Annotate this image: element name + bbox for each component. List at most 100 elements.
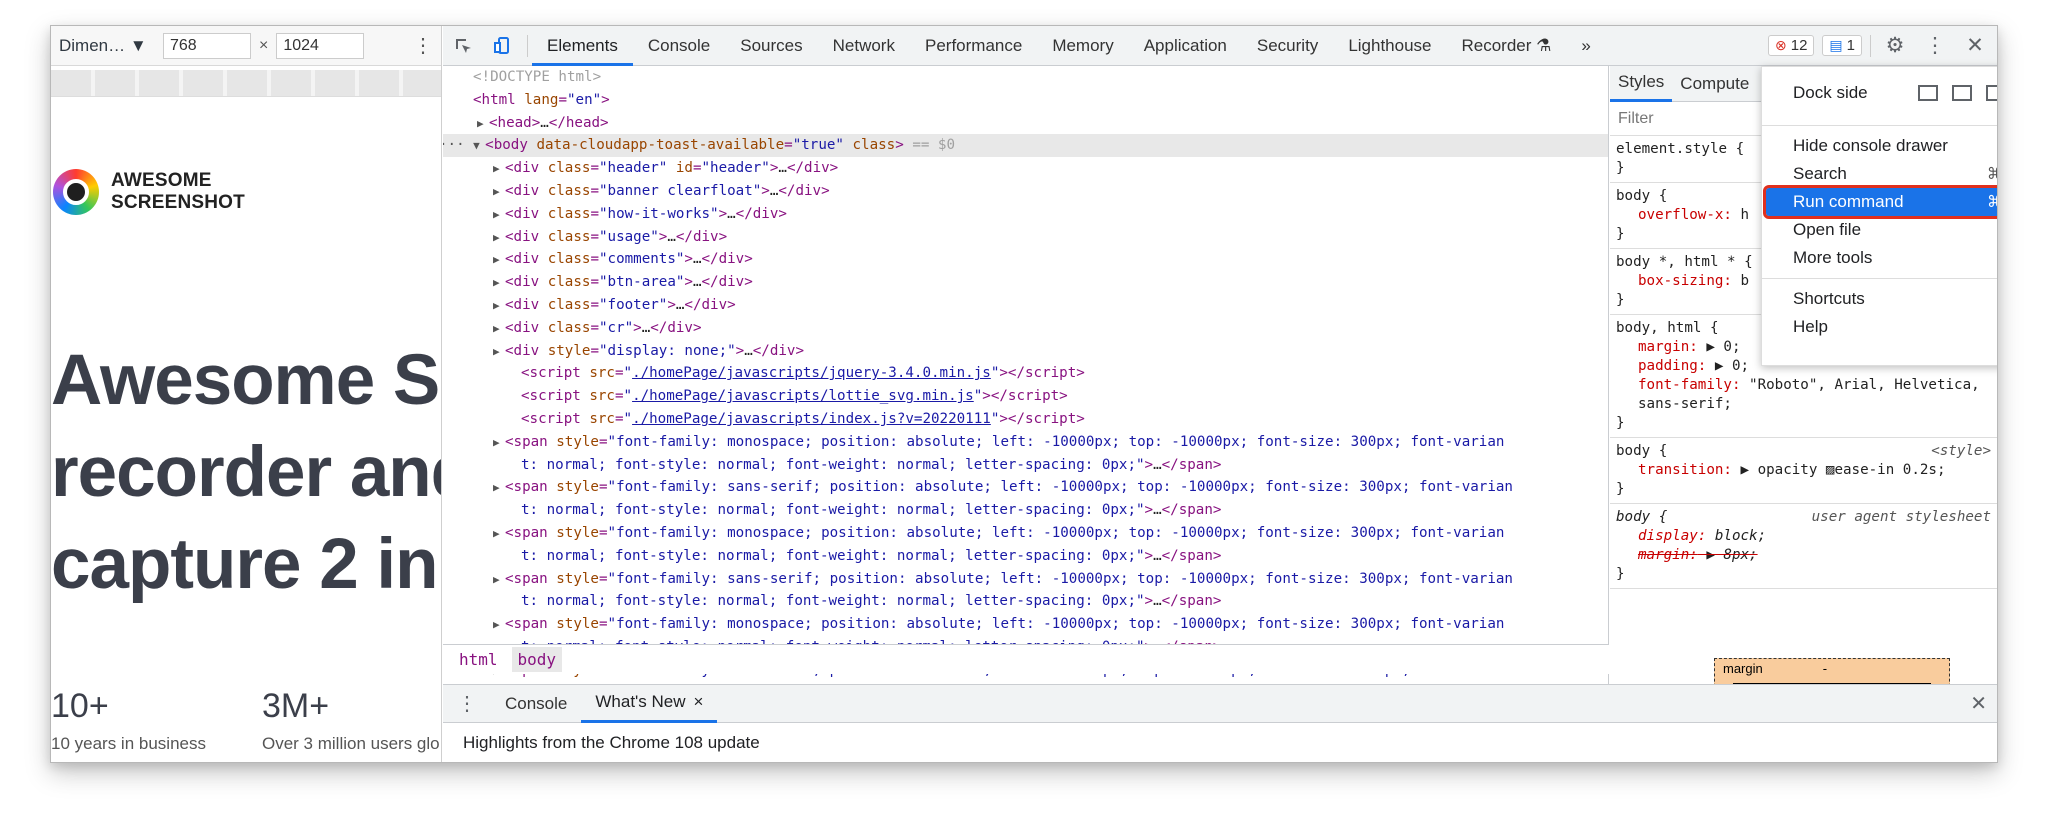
- tab-application[interactable]: Application: [1129, 26, 1242, 66]
- close-tab-icon[interactable]: ×: [694, 692, 704, 712]
- breadcrumb-body[interactable]: body: [511, 647, 563, 672]
- tab-performance[interactable]: Performance: [910, 26, 1037, 66]
- menu-item-hide-console-drawer[interactable]: Hide console drawerEsc: [1762, 132, 1997, 160]
- dom-node-line[interactable]: t: normal; font-style: normal; font-weig…: [443, 545, 1608, 568]
- expand-toggle-icon[interactable]: ▶: [477, 113, 489, 136]
- more-tabs-icon[interactable]: »: [1566, 26, 1605, 66]
- drawer-tab-console[interactable]: Console: [491, 685, 581, 723]
- menu-item-run-command[interactable]: Run command⌘ ⇧ P: [1763, 185, 1997, 219]
- tab-sources[interactable]: Sources: [725, 26, 817, 66]
- dock-left-icon[interactable]: [1952, 85, 1972, 101]
- drawer-menu-icon[interactable]: ⋮: [443, 685, 491, 723]
- expand-toggle-icon[interactable]: ▶: [493, 569, 505, 592]
- menu-item-shortcuts[interactable]: Shortcuts: [1762, 285, 1997, 313]
- device-toolbar: Dimen… ▼ × ⋮: [51, 26, 441, 66]
- breadcrumb-html[interactable]: html: [453, 647, 504, 672]
- dom-node-line[interactable]: <!DOCTYPE html>: [443, 66, 1608, 89]
- expand-toggle-icon[interactable]: ▶: [493, 318, 505, 341]
- tab-lighthouse[interactable]: Lighthouse: [1333, 26, 1446, 66]
- dom-node-line[interactable]: ▶ <div class="header" id="header">…</div>: [443, 157, 1608, 180]
- menu-item-open-file[interactable]: Open file⌘ P: [1762, 216, 1997, 244]
- expand-toggle-icon[interactable]: ▶: [493, 272, 505, 295]
- style-property[interactable]: margin: ▶ 8px;: [1616, 546, 1991, 565]
- style-property[interactable]: sans-serif;: [1616, 395, 1991, 414]
- style-rule[interactable]: user agent stylesheet body {display: bloc…: [1610, 504, 1997, 589]
- logo[interactable]: AWESOME SCREENSHOT: [53, 169, 245, 215]
- media-query-ruler[interactable]: [51, 70, 441, 96]
- height-input[interactable]: [276, 32, 365, 59]
- settings-gear-icon[interactable]: ⚙: [1879, 33, 1911, 58]
- dom-node-line[interactable]: t: normal; font-style: normal; font-weig…: [443, 499, 1608, 522]
- node-actions-icon[interactable]: ···: [443, 137, 473, 153]
- tab-security[interactable]: Security: [1242, 26, 1333, 66]
- dom-node-line[interactable]: ▶ <span style="font-family: monospace; po…: [443, 431, 1608, 454]
- expand-toggle-icon[interactable]: ▶: [493, 204, 505, 227]
- dom-node-line[interactable]: ▶ <head>…</head>: [443, 112, 1608, 135]
- drawer-tab-whats-new[interactable]: What's New ×: [581, 685, 718, 723]
- expand-toggle-icon[interactable]: ▶: [493, 158, 505, 181]
- device-menu-icon[interactable]: ⋮: [413, 33, 433, 58]
- dom-node-line[interactable]: ▶ <div class="banner clearfloat">…</div>: [443, 180, 1608, 203]
- dom-node-line[interactable]: t: normal; font-style: normal; font-weig…: [443, 454, 1608, 477]
- dom-node-line[interactable]: <script src="./homePage/javascripts/lott…: [443, 385, 1608, 408]
- customize-menu-icon[interactable]: ⋮: [1919, 33, 1951, 58]
- undock-icon[interactable]: [1918, 85, 1938, 101]
- style-property[interactable]: transition: ▶ opacity ▨ease-in 0.2s;: [1616, 461, 1991, 480]
- expand-toggle-icon[interactable]: ▶: [493, 181, 505, 204]
- dom-node-line[interactable]: ▶ <div class="btn-area">…</div>: [443, 271, 1608, 294]
- dom-node-line[interactable]: <script src="./homePage/javascripts/inde…: [443, 408, 1608, 431]
- menu-item-search[interactable]: Search⌘ ⌥ F: [1762, 160, 1997, 188]
- menu-item-more-tools[interactable]: More tools▶: [1762, 244, 1997, 272]
- dom-node-line[interactable]: ▶ <div class="usage">…</div>: [443, 226, 1608, 249]
- tab-elements[interactable]: Elements: [532, 26, 633, 66]
- dom-node-line[interactable]: ··· ▼<body data-cloudapp-toast-available…: [443, 134, 1608, 158]
- dom-node-line[interactable]: t: normal; font-style: normal; font-weig…: [443, 590, 1608, 613]
- elements-tree[interactable]: <!DOCTYPE html> <html lang="en"> ▶ <head>…<…: [443, 66, 1609, 684]
- style-property[interactable]: font-family: "Roboto", Arial, Helvetica,: [1616, 376, 1991, 395]
- tab-computed[interactable]: Compute: [1672, 66, 1757, 102]
- dom-node-markup: <span style="font-family: monospace; pos…: [505, 616, 1505, 633]
- device-toggle-icon[interactable]: [483, 26, 523, 66]
- dom-node-line[interactable]: ▶ <span style="font-family: monospace; po…: [443, 522, 1608, 545]
- style-rule[interactable]: <style> body {transition: ▶ opacity ▨ease…: [1610, 438, 1997, 504]
- expand-toggle-icon[interactable]: ▼: [473, 135, 485, 158]
- dom-node-line[interactable]: ▶<span style="font-family: sans-serif; p…: [443, 568, 1608, 591]
- expand-toggle-icon[interactable]: ▶: [493, 614, 505, 637]
- errors-badge[interactable]: ⊗ 12: [1768, 35, 1815, 56]
- dom-node-line[interactable]: ▶ <span style="font-family: monospace; po…: [443, 613, 1608, 636]
- dom-node-line[interactable]: ▶ <div class="footer">…</div>: [443, 294, 1608, 317]
- dock-bottom-icon[interactable]: [1986, 85, 1997, 101]
- rule-source[interactable]: <style>: [1931, 442, 1991, 461]
- tab-memory[interactable]: Memory: [1037, 26, 1128, 66]
- device-select[interactable]: Dimen… ▼: [59, 36, 155, 56]
- dom-node-line[interactable]: ▶ <div class="how-it-works">…</div>: [443, 203, 1608, 226]
- expand-toggle-icon[interactable]: ▶: [493, 432, 505, 455]
- dom-node-line[interactable]: <script src="./homePage/javascripts/jque…: [443, 362, 1608, 385]
- expand-toggle-icon[interactable]: ▶: [493, 477, 505, 500]
- dom-node-markup: <!DOCTYPE html>: [473, 69, 602, 85]
- expand-toggle-icon[interactable]: ▶: [493, 295, 505, 318]
- expand-toggle-icon[interactable]: ▶: [493, 341, 505, 364]
- expand-toggle-icon[interactable]: ▶: [493, 249, 505, 272]
- style-property[interactable]: display: block;: [1616, 527, 1991, 546]
- expand-toggle-icon[interactable]: ▶: [493, 227, 505, 250]
- box-margin-value[interactable]: -: [1823, 661, 1827, 676]
- rule-close: }: [1616, 415, 1625, 431]
- close-devtools-icon[interactable]: ✕: [1959, 33, 1991, 58]
- dom-node-line[interactable]: ▶ <div class="cr">…</div>: [443, 317, 1608, 340]
- messages-badge[interactable]: ▤ 1: [1822, 35, 1862, 56]
- expand-toggle-icon[interactable]: ▶: [493, 523, 505, 546]
- dom-node-line[interactable]: <html lang="en">: [443, 89, 1608, 112]
- dom-node-line[interactable]: ▶<span style="font-family: sans-serif; p…: [443, 476, 1608, 499]
- tab-network[interactable]: Network: [818, 26, 910, 66]
- dom-node-line[interactable]: ▶ <div style="display: none;">…</div>: [443, 340, 1608, 363]
- tab-console[interactable]: Console: [633, 26, 725, 66]
- logo-icon: [53, 169, 99, 215]
- dom-node-line[interactable]: ▶ <div class="comments">…</div>: [443, 248, 1608, 271]
- tab-recorder[interactable]: Recorder ⚗: [1447, 26, 1567, 66]
- inspect-element-icon[interactable]: [443, 26, 483, 66]
- tab-styles[interactable]: Styles: [1610, 66, 1673, 102]
- menu-item-help[interactable]: Help▶: [1762, 313, 1997, 341]
- close-drawer-icon[interactable]: ✕: [1970, 691, 1997, 716]
- width-input[interactable]: [163, 32, 251, 59]
